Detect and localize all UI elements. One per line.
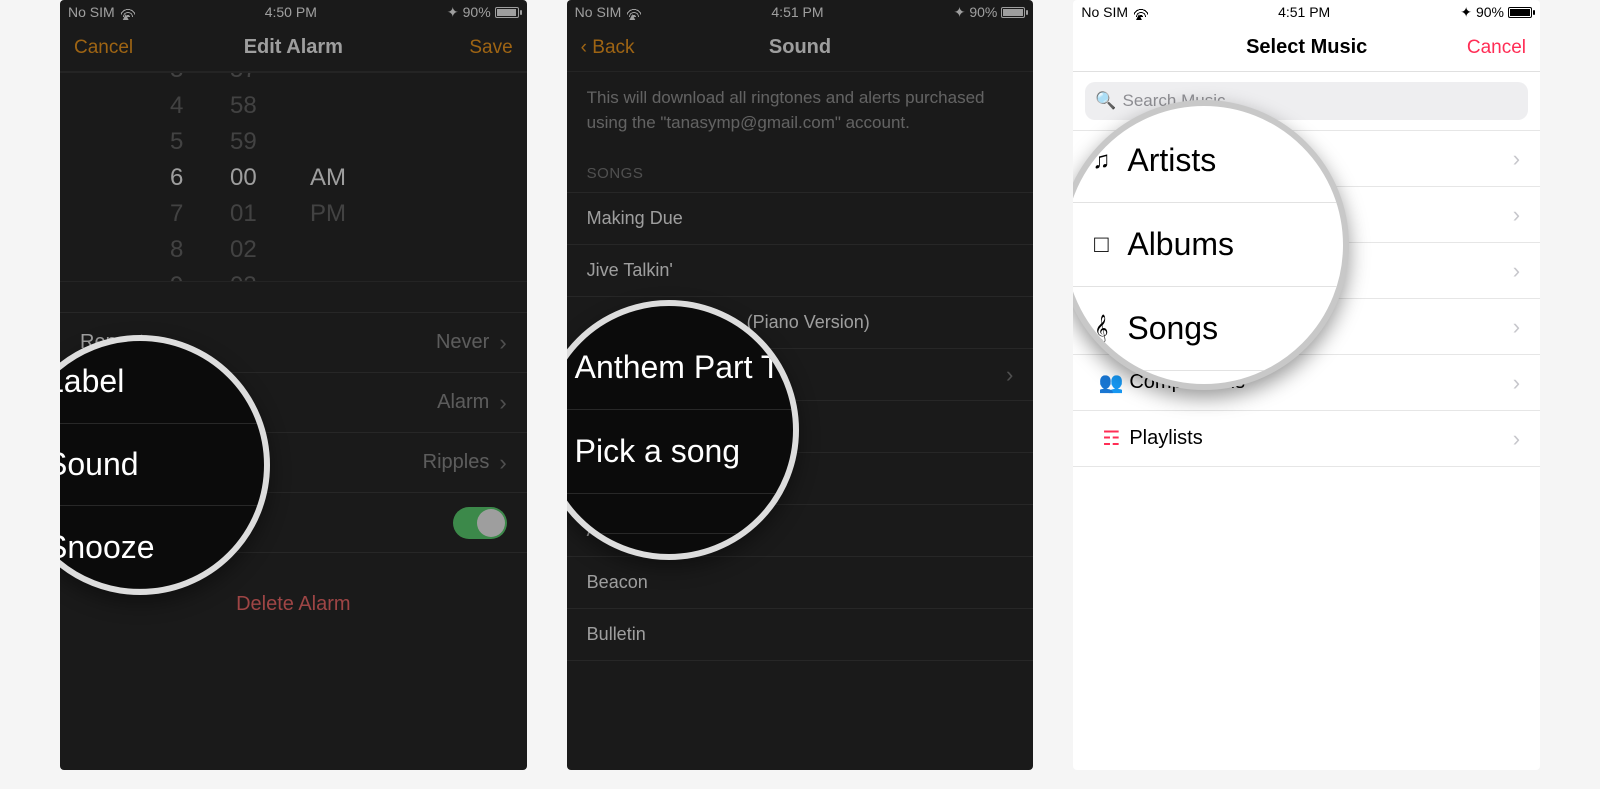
battery-text: 90% xyxy=(463,4,491,20)
playlist-icon: ☶ xyxy=(1093,426,1129,451)
label-value: Alarm xyxy=(437,391,489,414)
chevron-right-icon: › xyxy=(1513,370,1520,396)
picker-ampm-column[interactable]: AMPM xyxy=(310,160,346,232)
chevron-right-icon: › xyxy=(1006,362,1013,388)
chevron-right-icon: › xyxy=(1513,314,1520,340)
back-button[interactable]: ‹ Back xyxy=(581,37,661,59)
save-button[interactable]: Save xyxy=(433,37,513,59)
cancel-button[interactable]: Cancel xyxy=(74,37,154,59)
carrier-text: No SIM xyxy=(575,4,622,20)
screen-edit-alarm: No SIM 4:50 PM ✦ 90% Cancel Edit Alarm S… xyxy=(60,0,527,770)
album-icon: □ xyxy=(1075,231,1127,259)
song-row[interactable]: Making Due xyxy=(567,193,1034,245)
mag-item: □ Albums xyxy=(1073,203,1343,287)
songs-header: SONGS xyxy=(567,141,1034,192)
repeat-value: Never xyxy=(436,331,489,354)
bluetooth-icon: ✦ xyxy=(1460,4,1472,21)
sound-value: Ripples xyxy=(423,451,490,474)
page-title: Select Music xyxy=(1167,36,1446,59)
chevron-right-icon: › xyxy=(499,450,506,476)
mag-item: Pick a song xyxy=(567,410,793,494)
screen-sound: No SIM 4:51 PM ✦ 90% ‹ Back Sound This w… xyxy=(567,0,1034,770)
status-time: 4:51 PM xyxy=(1148,4,1460,20)
status-time: 4:51 PM xyxy=(641,4,953,20)
carrier-text: No SIM xyxy=(68,4,115,20)
chevron-right-icon: › xyxy=(1513,146,1520,172)
mag-item: Anthem Part T xyxy=(567,326,793,410)
chevron-right-icon: › xyxy=(499,330,506,356)
chevron-right-icon: › xyxy=(499,390,506,416)
playlists-row[interactable]: ☶ Playlists › xyxy=(1073,411,1540,467)
status-bar: No SIM 4:51 PM ✦ 90% xyxy=(1073,0,1540,24)
navbar: ‹ Back Sound xyxy=(567,24,1034,72)
page-title: Edit Alarm xyxy=(154,36,433,59)
carrier-text: No SIM xyxy=(1081,4,1128,20)
page-title: Sound xyxy=(661,36,940,59)
battery-icon xyxy=(495,7,519,18)
search-icon: 🔍 xyxy=(1095,91,1116,111)
navbar: Select Music Cancel xyxy=(1073,24,1540,72)
battery-text: 90% xyxy=(1476,4,1504,20)
song-row[interactable]: Jive Talkin' xyxy=(567,245,1034,297)
time-picker[interactable]: 3456789 57585900010203 AMPM xyxy=(60,72,527,282)
navbar: Cancel Edit Alarm Save xyxy=(60,24,527,72)
bluetooth-icon: ✦ xyxy=(954,4,966,21)
bluetooth-icon: ✦ xyxy=(447,4,459,21)
picker-minute-column[interactable]: 57585900010203 xyxy=(230,72,257,282)
battery-text: 90% xyxy=(969,4,997,20)
wifi-icon xyxy=(121,7,135,17)
battery-icon xyxy=(1001,7,1025,18)
status-bar: No SIM 4:51 PM ✦ 90% xyxy=(567,0,1034,24)
wifi-icon xyxy=(1134,7,1148,17)
chevron-right-icon: › xyxy=(1513,258,1520,284)
status-bar: No SIM 4:50 PM ✦ 90% xyxy=(60,0,527,24)
status-time: 4:50 PM xyxy=(135,4,447,20)
chevron-left-icon: ‹ xyxy=(581,37,587,58)
snooze-toggle[interactable] xyxy=(453,507,507,539)
chevron-right-icon: › xyxy=(1513,202,1520,228)
ringtone-row[interactable]: Bulletin xyxy=(567,609,1034,661)
ringtone-row[interactable]: Beacon xyxy=(567,557,1034,609)
battery-icon xyxy=(1508,7,1532,18)
compilation-icon: 👥 xyxy=(1093,370,1129,395)
download-description: This will download all ringtones and ale… xyxy=(567,72,1034,141)
wifi-icon xyxy=(627,7,641,17)
back-label: Back xyxy=(592,37,634,58)
screen-select-music: No SIM 4:51 PM ✦ 90% Select Music Cancel… xyxy=(1073,0,1540,770)
cancel-button[interactable]: Cancel xyxy=(1446,37,1526,59)
chevron-right-icon: › xyxy=(1513,426,1520,452)
picker-hour-column[interactable]: 3456789 xyxy=(170,72,183,282)
mag-item: Sound xyxy=(60,424,264,507)
